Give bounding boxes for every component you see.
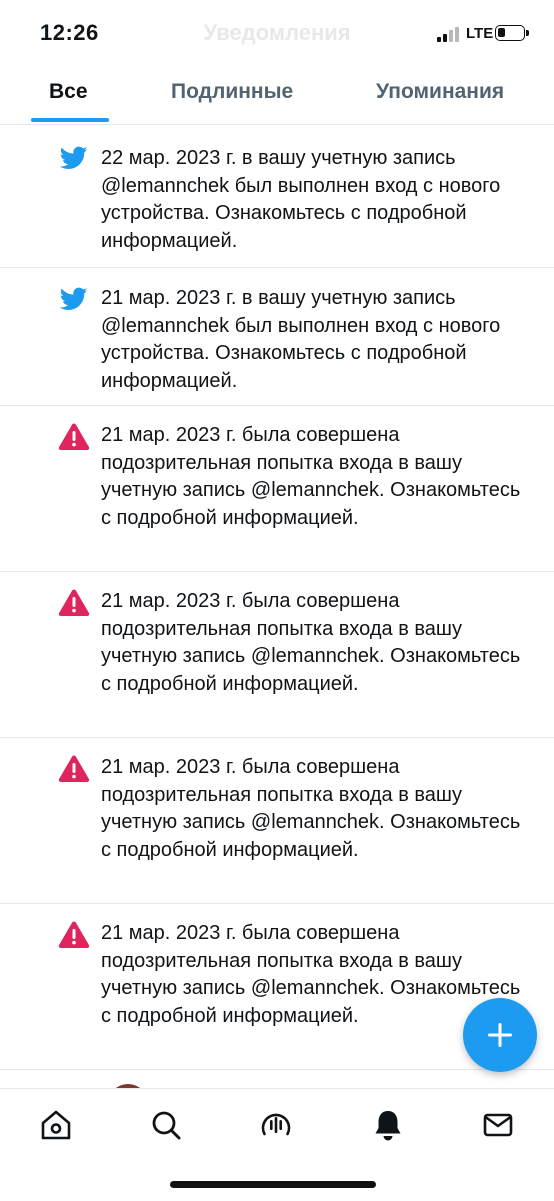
tab-mentions[interactable]: Упоминания	[376, 80, 504, 104]
notification-text: 21 мар. 2023 г. в вашу учетную запись @l…	[101, 287, 501, 392]
notification-item[interactable]: 21 мар. 2023 г. в вашу учетную запись @l…	[0, 268, 554, 406]
notification-item[interactable]: 21 мар. 2023 г. была совершена подозрите…	[0, 738, 554, 904]
warning-icon	[58, 589, 90, 616]
mail-icon[interactable]	[480, 1107, 516, 1143]
compose-button[interactable]	[463, 998, 537, 1072]
notification-text: 21 мар. 2023 г. была совершена подозрите…	[101, 756, 521, 861]
tab-verified[interactable]: Подлинные	[171, 80, 293, 104]
warning-icon	[58, 921, 90, 948]
battery-icon	[495, 25, 525, 41]
notification-item[interactable]: 21 мар. 2023 г. была совершена подозрите…	[0, 406, 554, 572]
notification-text: 21 мар. 2023 г. была совершена подозрите…	[101, 590, 521, 695]
battery-tip	[526, 30, 529, 36]
warning-icon	[58, 423, 90, 450]
network-label: LTE	[466, 25, 494, 42]
bell-icon[interactable]	[370, 1107, 406, 1143]
notification-text: 22 мар. 2023 г. в вашу учетную запись @l…	[101, 147, 501, 252]
notification-text: 21 мар. 2023 г. была совершена подозрите…	[101, 424, 521, 529]
plus-icon	[488, 1023, 512, 1047]
status-time: 12:26	[40, 20, 99, 45]
search-icon[interactable]	[148, 1107, 184, 1143]
twitter-bird-icon	[59, 146, 88, 169]
notifications-tabs: Все Подлинные Упоминания	[0, 68, 554, 125]
warning-icon	[58, 755, 90, 782]
active-tab-indicator	[31, 118, 109, 122]
notification-list: 22 мар. 2023 г. в вашу учетную запись @l…	[0, 125, 554, 1070]
twitter-bird-icon	[59, 287, 88, 310]
notification-item[interactable]: 21 мар. 2023 г. была совершена подозрите…	[0, 572, 554, 738]
spaces-icon[interactable]	[258, 1107, 294, 1143]
notification-item[interactable]: 22 мар. 2023 г. в вашу учетную запись @l…	[0, 125, 554, 268]
signal-strength-icon	[437, 26, 463, 42]
tab-all[interactable]: Все	[49, 80, 88, 104]
notification-text: 21 мар. 2023 г. была совершена подозрите…	[101, 922, 521, 1027]
home-icon[interactable]	[38, 1107, 74, 1143]
status-bar: Уведомления 12:26 LTE	[0, 0, 554, 68]
home-indicator	[170, 1181, 376, 1188]
